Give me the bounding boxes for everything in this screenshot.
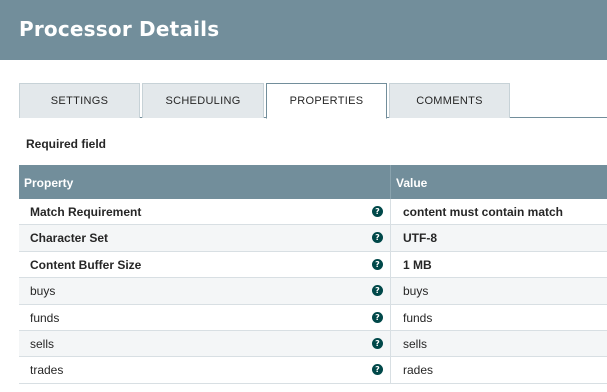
table-row[interactable]: Match Requirement ? content must contain… <box>19 199 607 226</box>
property-name: sells <box>30 336 55 351</box>
property-value[interactable]: buys <box>403 284 428 298</box>
dialog-header: Processor Details <box>0 0 607 60</box>
table-header: Property Value <box>19 165 607 199</box>
cell-divider <box>390 278 391 304</box>
tab-scheduling[interactable]: SCHEDULING <box>142 83 264 118</box>
help-icon[interactable]: ? <box>372 206 383 217</box>
help-icon[interactable]: ? <box>372 364 383 376</box>
property-value[interactable]: 1 MB <box>403 258 432 272</box>
help-icon[interactable]: ? <box>372 311 383 323</box>
property-value[interactable]: rades <box>403 363 433 377</box>
column-header-value[interactable]: Value <box>396 176 427 190</box>
table-row[interactable]: Character Set ? UTF-8 <box>19 225 607 252</box>
property-value[interactable]: sells <box>403 337 427 351</box>
table-row[interactable]: Content Buffer Size ? 1 MB <box>19 251 607 279</box>
required-field-note: Required field <box>26 137 107 151</box>
property-name: funds <box>30 310 60 325</box>
property-value[interactable]: content must contain match <box>403 205 563 219</box>
dialog-title: Processor Details <box>19 17 220 41</box>
help-icon[interactable]: ? <box>372 337 383 349</box>
table-row[interactable]: trades ? rades <box>19 357 607 384</box>
property-value[interactable]: funds <box>403 311 432 325</box>
property-name: trades <box>30 363 64 378</box>
property-name: buys <box>30 284 56 299</box>
property-name: Match Requirement <box>30 205 142 219</box>
help-icon[interactable]: ? <box>372 285 383 297</box>
cell-divider <box>390 357 391 383</box>
help-icon[interactable]: ? <box>372 232 383 244</box>
column-header-property[interactable]: Property <box>24 176 73 190</box>
help-icon[interactable]: ? <box>372 258 383 270</box>
column-divider[interactable] <box>390 165 391 199</box>
property-value[interactable]: UTF-8 <box>403 231 437 245</box>
properties-table: Property Value Match Requirement ? conte… <box>19 165 607 384</box>
table-row[interactable]: sells ? sells <box>19 330 607 358</box>
cell-divider <box>390 330 391 357</box>
tab-properties[interactable]: PROPERTIES <box>266 83 387 119</box>
table-row[interactable]: buys ? buys <box>19 278 607 305</box>
cell-divider <box>390 199 391 225</box>
cell-divider <box>390 251 391 278</box>
property-name: Character Set <box>30 231 109 246</box>
cell-divider <box>390 304 391 330</box>
tab-settings[interactable]: SETTINGS <box>19 83 140 118</box>
table-row[interactable]: funds ? funds <box>19 304 607 331</box>
tab-comments[interactable]: COMMENTS <box>389 83 510 118</box>
cell-divider <box>390 225 391 251</box>
property-name: Content Buffer Size <box>30 257 142 272</box>
